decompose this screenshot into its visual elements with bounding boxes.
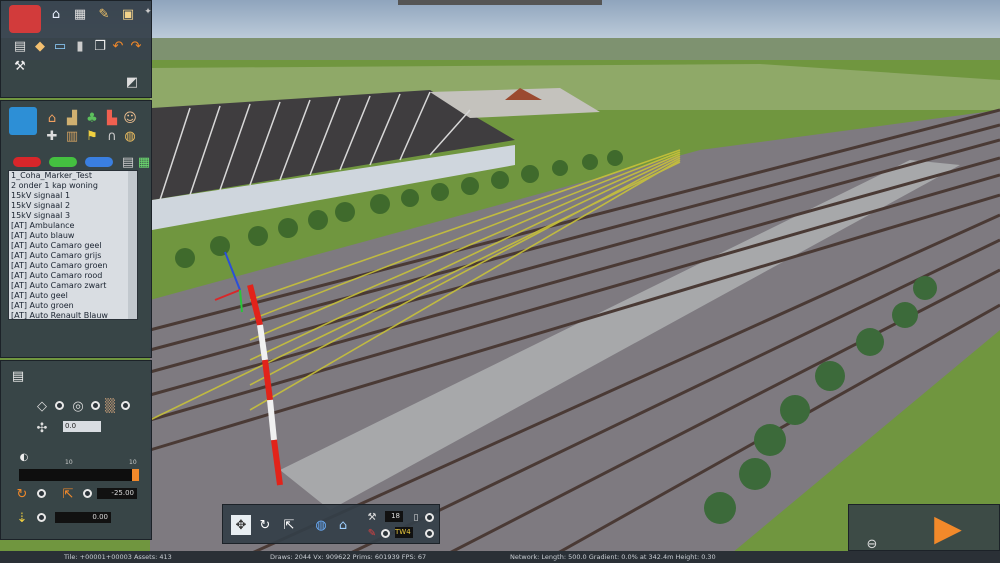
move-icon[interactable]: ✥ [231, 515, 251, 535]
texture-icon[interactable]: ▒ [101, 397, 119, 415]
render-stats: Draws: 2044 Vx: 909622 Prims: 601939 FPS… [270, 553, 427, 561]
bridge-icon[interactable]: ∩ [103, 127, 121, 145]
asset-list-item[interactable]: [AT] Auto Camaro rood [9, 271, 137, 281]
placement-panel: ▤ ◇ ◎ ▒ ✣ 0.0 ◐ 10 10 ↻ ⇱ -25.00 ⇣ 0.00 [0, 360, 152, 540]
asset-list-item[interactable]: [AT] Auto groen [9, 301, 137, 311]
align-icon[interactable]: ◇ [33, 397, 51, 415]
asset-list-item[interactable]: 15kV signaal 3 [9, 211, 137, 221]
undo-icon[interactable]: ↶ [109, 37, 127, 55]
document-icon[interactable]: ▤ [9, 367, 27, 385]
spacing-icon[interactable]: ✣ [33, 419, 51, 437]
globe-icon[interactable]: ◍ [311, 515, 331, 535]
slider-min-label: 10 [65, 459, 73, 466]
scale-tool-icon[interactable]: ⇱ [279, 515, 299, 535]
slider-handle[interactable] [132, 469, 139, 481]
bag-icon[interactable]: ◍ [121, 127, 139, 145]
scale-icon[interactable]: ⇱ [59, 485, 77, 503]
lock-icon[interactable]: ▯ [407, 509, 425, 527]
asset-list-scrollbar[interactable] [128, 171, 137, 319]
filter-red-bar[interactable] [13, 157, 41, 167]
asset-list-item[interactable]: [AT] Ambulance [9, 221, 137, 231]
trash-icon[interactable]: ▮ [71, 37, 89, 55]
slider-max-label: 10 [129, 459, 137, 466]
home-icon[interactable]: ⌂ [47, 5, 65, 23]
offset-field[interactable]: 0.0 [63, 421, 101, 432]
tram-icon[interactable]: ▣ [119, 5, 137, 23]
rotation-field[interactable]: -25.00 [97, 488, 137, 499]
track-type-radio[interactable] [425, 529, 434, 538]
target-icon[interactable]: ◎ [69, 397, 87, 415]
junction-icon[interactable]: ✚ [43, 127, 61, 145]
copy-icon[interactable]: ❐ [91, 37, 109, 55]
track-type-field[interactable]: TW4 [395, 527, 413, 538]
asset-list-item[interactable]: [AT] Auto Camaro zwart [9, 281, 137, 291]
asset-list-item[interactable]: [AT] Auto Camaro grijs [9, 251, 137, 261]
asset-list[interactable]: 1_Coha_Marker_Test 2 onder 1 kap woning … [8, 170, 138, 320]
paintbrush-icon[interactable]: ✎ [95, 5, 113, 23]
target-radio[interactable] [91, 401, 100, 410]
measure-icon[interactable]: ⚒ [11, 57, 29, 75]
value-slider[interactable] [19, 469, 139, 481]
filter-blue-bar[interactable] [85, 157, 113, 167]
house-tool-icon[interactable]: ⌂ [333, 515, 353, 535]
grid-view-icon[interactable]: ▦ [135, 153, 153, 171]
network-status: Network: Length: 500.0 Gradient: 0.0% at… [510, 553, 716, 561]
rotate-icon[interactable]: ↻ [13, 485, 31, 503]
asset-list-item[interactable]: [AT] Auto Camaro groen [9, 261, 137, 271]
grid-icon[interactable]: ▦ [71, 5, 89, 23]
filter-green-bar[interactable] [49, 157, 77, 167]
height-field[interactable]: 0.00 [55, 512, 111, 523]
asset-list-item[interactable]: [AT] Auto Renault Blauw [9, 311, 137, 319]
redo-icon[interactable]: ↷ [127, 37, 145, 55]
bucket-icon[interactable]: ◩ [123, 73, 141, 91]
cube-icon[interactable]: ◆ [31, 37, 49, 55]
play-panel: ⊖ ▶ [848, 504, 1000, 551]
asset-list-item[interactable]: 15kV signaal 2 [9, 201, 137, 211]
scenery-icon[interactable]: ▟ [63, 109, 81, 127]
house-icon[interactable]: ⌂ [43, 109, 61, 127]
height-step-field[interactable]: 18 [385, 511, 403, 522]
page-icon[interactable]: ▤ [11, 37, 29, 55]
height-pin-icon[interactable]: ⇣ [13, 509, 31, 527]
horizon-ui-bar [398, 0, 602, 5]
asset-list-item[interactable]: 2 onder 1 kap woning [9, 181, 137, 191]
paint-track-icon[interactable]: ✎ [363, 525, 381, 543]
asset-list-item[interactable]: [AT] Auto geel [9, 291, 137, 301]
tree-icon[interactable]: ♣ [83, 109, 101, 127]
rotate-radio[interactable] [37, 489, 46, 498]
asset-list-item[interactable]: [AT] Auto Camaro geel [9, 241, 137, 251]
flag-icon[interactable]: ⚑ [83, 127, 101, 145]
align-radio[interactable] [55, 401, 64, 410]
tile-status: Tile: +00001+00003 Assets: 413 [64, 553, 172, 561]
person-icon[interactable]: ☺ [121, 109, 139, 127]
main-toolbox-panel: ⌂ ▦ ✎ ▣ ✦ ▤ ◆ ▭ ▮ ❐ ↶ ↷ ⚒ ◩ [0, 0, 152, 98]
status-bar: Tile: +00001+00003 Assets: 413 Draws: 20… [0, 551, 1000, 563]
height-step-radio[interactable] [425, 513, 434, 522]
paint-track-radio[interactable] [381, 529, 390, 538]
building-icon[interactable]: ▥ [63, 127, 81, 145]
scale-radio[interactable] [83, 489, 92, 498]
big-cube-icon[interactable] [9, 107, 37, 135]
play-icon[interactable]: ▶ [925, 509, 971, 549]
asset-list-item[interactable]: [AT] Auto blauw [9, 231, 137, 241]
bottom-toolbar: ✥ ↻ ⇱ ◍ ⌂ ⚒ 18 ▯ ✎ TW4 [222, 504, 440, 544]
slider-toggle-icon[interactable]: ◐ [15, 449, 33, 467]
asset-list-item[interactable]: 15kV signaal 1 [9, 191, 137, 201]
slider-fill [19, 469, 133, 481]
toolbox-icon[interactable] [9, 5, 41, 33]
train-icon[interactable]: ▙ [103, 109, 121, 127]
pin-icon[interactable]: ✦ [139, 3, 157, 21]
height-radio[interactable] [37, 513, 46, 522]
asset-list-item[interactable]: 1_Coha_Marker_Test [9, 171, 137, 181]
monitor-icon[interactable]: ▭ [51, 37, 69, 55]
texture-radio[interactable] [121, 401, 130, 410]
rotate-tool-icon[interactable]: ↻ [255, 515, 275, 535]
